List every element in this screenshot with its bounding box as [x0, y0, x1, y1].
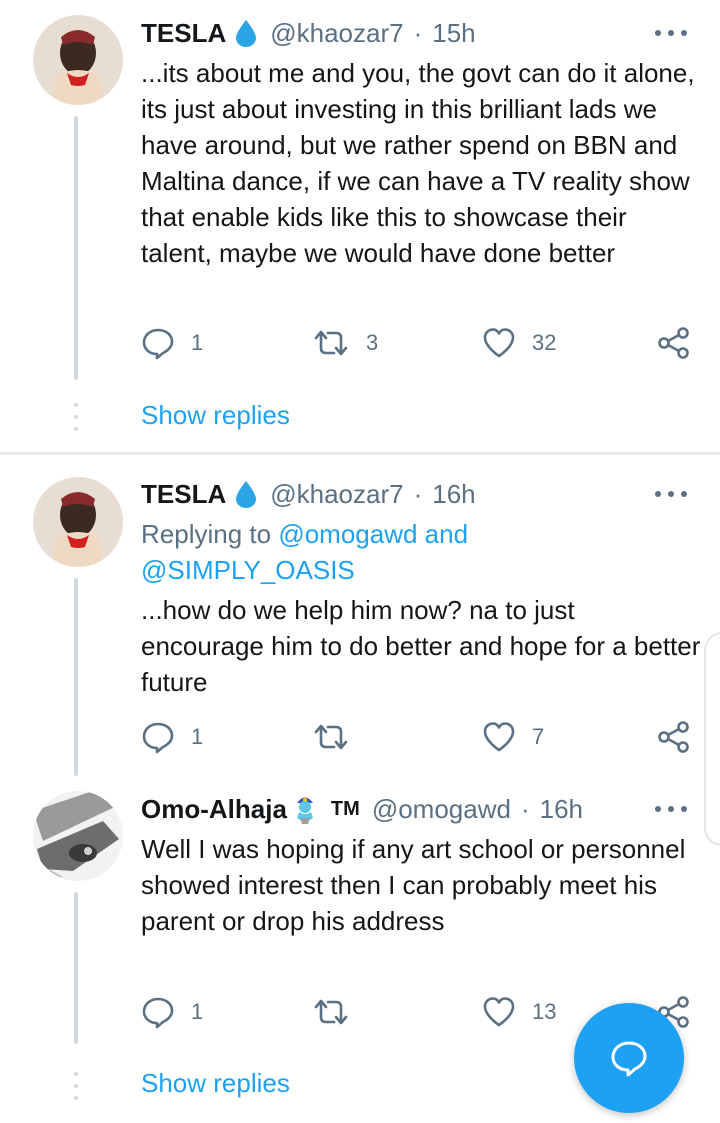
show-replies-link[interactable]: Show replies	[141, 1068, 290, 1099]
reply-button[interactable]: 1	[141, 326, 203, 360]
reply-count: 1	[191, 724, 204, 749]
thread-dots	[74, 1072, 78, 1100]
display-name[interactable]: TESLA	[141, 18, 226, 49]
thread-line	[74, 116, 78, 380]
mention-link[interactable]: @omogawd	[278, 519, 417, 549]
separator-dot: ·	[413, 17, 423, 48]
droplet-icon	[234, 19, 258, 47]
share-button[interactable]	[657, 720, 691, 754]
separator-dot: ·	[413, 478, 423, 509]
more-options-icon[interactable]	[655, 23, 687, 43]
share-button[interactable]	[657, 326, 691, 360]
reply-count: 1	[191, 999, 204, 1024]
like-count: 7	[532, 724, 545, 749]
more-options-icon[interactable]	[655, 799, 687, 819]
tweet-header: TESLA @khaozar7 · 16h	[141, 476, 476, 512]
genie-emoji-icon	[291, 794, 319, 824]
tweet-text: ...its about me and you, the govt can do…	[141, 58, 695, 268]
compose-reply-button[interactable]	[574, 1003, 684, 1113]
thread-line	[74, 578, 78, 776]
timestamp[interactable]: 16h	[540, 794, 583, 825]
handle[interactable]: @omogawd	[372, 794, 511, 825]
tweet-header: TESLA @khaozar7 · 15h	[141, 15, 476, 51]
timestamp[interactable]: 15h	[432, 18, 475, 49]
avatar[interactable]	[33, 15, 123, 105]
share-icon	[658, 327, 689, 359]
thread-line	[74, 892, 78, 1044]
more-options-icon[interactable]	[655, 484, 687, 504]
scroll-handle[interactable]	[704, 632, 720, 846]
retweet-icon	[314, 724, 348, 750]
reply-button[interactable]: 1	[141, 720, 203, 754]
heart-icon	[483, 722, 515, 752]
show-replies-link[interactable]: Show replies	[141, 400, 290, 431]
thread-dots	[74, 403, 78, 431]
droplet-icon	[234, 480, 258, 508]
share-icon	[658, 721, 689, 753]
tweet-header: Omo-Alhaja TM @omogawd · 16h	[141, 791, 583, 827]
retweet-icon	[314, 999, 348, 1025]
retweet-button[interactable]	[312, 995, 366, 1029]
avatar[interactable]	[33, 477, 123, 567]
reply-icon	[142, 722, 174, 754]
reply-count: 1	[191, 330, 204, 355]
heart-icon	[483, 328, 515, 358]
replying-prefix: Replying to	[141, 519, 279, 549]
separator	[0, 452, 720, 455]
heart-icon	[483, 997, 515, 1027]
replying-and: and	[417, 519, 469, 549]
like-button[interactable]: 32	[482, 326, 556, 360]
replying-to: Replying to @omogawd and @SIMPLY_OASIS	[141, 516, 701, 588]
mention-link[interactable]: @SIMPLY_OASIS	[141, 555, 355, 585]
reply-icon	[142, 328, 174, 360]
like-count: 32	[532, 330, 557, 355]
separator-dot: ·	[520, 793, 530, 824]
handle[interactable]: @khaozar7	[270, 18, 403, 49]
compose-reply-icon	[611, 1041, 647, 1077]
tweet-text: ...how do we help him now? na to just en…	[141, 595, 701, 697]
display-name[interactable]: Omo-Alhaja	[141, 794, 287, 825]
display-name[interactable]: TESLA	[141, 479, 226, 510]
trademark-label: TM	[330, 797, 360, 820]
timestamp[interactable]: 16h	[432, 479, 475, 510]
like-button[interactable]: 13	[482, 995, 556, 1029]
reply-icon	[142, 997, 174, 1029]
retweet-button[interactable]	[312, 720, 366, 754]
like-button[interactable]: 7	[482, 720, 544, 754]
retweet-button[interactable]: 3	[312, 326, 378, 360]
handle[interactable]: @khaozar7	[270, 479, 403, 510]
retweet-icon	[314, 330, 348, 356]
like-count: 13	[532, 999, 557, 1024]
reply-button[interactable]: 1	[141, 995, 203, 1029]
avatar[interactable]	[33, 791, 123, 881]
tweet-text: Well I was hoping if any art school or p…	[141, 834, 686, 936]
retweet-count: 3	[366, 330, 379, 355]
